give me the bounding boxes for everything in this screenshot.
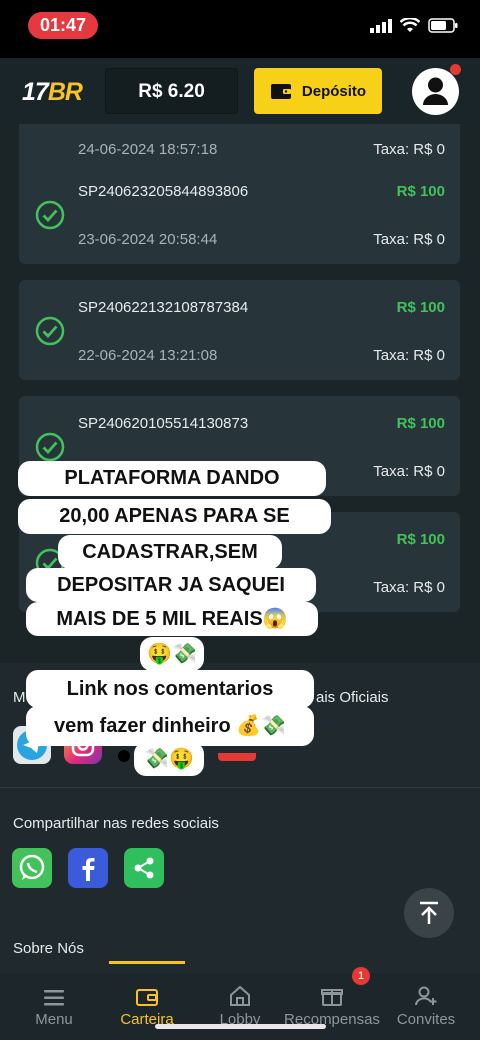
whatsapp-button[interactable] xyxy=(12,848,52,888)
caption-line: vem fazer dinheiro 💰💸 xyxy=(26,706,314,746)
home-icon xyxy=(230,985,250,1006)
app-logo[interactable]: 17BR xyxy=(22,78,83,107)
deposit-button[interactable]: Depósito xyxy=(254,68,382,114)
gift-icon xyxy=(321,989,343,1006)
social-heading-start: M xyxy=(13,689,26,706)
about-link[interactable]: Sobre Nós xyxy=(13,940,84,957)
nav-wallet[interactable]: Carteira xyxy=(99,979,195,1028)
scroll-top-button[interactable] xyxy=(404,888,454,938)
nav-label: Convites xyxy=(396,1011,456,1028)
youtube-button[interactable] xyxy=(218,753,256,761)
bottom-nav: Menu Carteira Lobby Recompensas Convites xyxy=(0,973,480,1040)
transaction-fee: Taxa: R$ 0 xyxy=(373,231,445,248)
share-heading: Compartilhar nas redes sociais xyxy=(13,815,219,832)
status-bar: 01:47 xyxy=(0,0,480,58)
nav-rewards[interactable]: Recompensas xyxy=(284,979,380,1028)
transaction-id: SP240623205844893806 xyxy=(78,183,249,200)
transaction-fee: Taxa: R$ 0 xyxy=(373,347,445,364)
active-tab-indicator xyxy=(109,961,185,964)
rewards-badge: 1 xyxy=(352,967,370,985)
share-icon xyxy=(134,857,154,879)
caption-line: PLATAFORMA DANDO xyxy=(18,461,326,496)
caption-line: Link nos comentarios xyxy=(26,670,314,708)
transaction-amount: R$ 100 xyxy=(396,299,445,316)
app-header: 17BR R$ 6.20 Depósito xyxy=(0,58,480,124)
home-indicator[interactable] xyxy=(155,1024,326,1029)
x-button[interactable] xyxy=(118,750,130,762)
transaction-fee: Taxa: R$ 0 xyxy=(373,141,445,158)
profile-avatar[interactable] xyxy=(412,68,459,115)
menu-icon xyxy=(44,990,64,1006)
transaction-date: 22-06-2024 13:21:08 xyxy=(78,347,218,364)
facebook-button[interactable] xyxy=(68,848,108,888)
transaction-fee: Taxa: R$ 0 xyxy=(373,463,445,480)
check-circle-icon xyxy=(35,200,65,230)
transaction-id: SP240620105514130873 xyxy=(78,415,249,432)
transaction-id: SP240622132108787384 xyxy=(78,299,249,316)
transaction-card[interactable]: SP240622132108787384 R$ 100 22-06-2024 1… xyxy=(19,280,460,380)
caption-line: CADASTRAR,SEM xyxy=(58,535,282,569)
caption-line: 💸🤑 xyxy=(134,742,204,776)
caption-line: 20,00 APENAS PARA SE xyxy=(18,499,331,534)
transaction-fee: Taxa: R$ 0 xyxy=(373,579,445,596)
transaction-amount: R$ 100 xyxy=(396,183,445,200)
arrow-up-icon xyxy=(420,901,438,924)
status-time: 01:47 xyxy=(28,12,98,39)
check-circle-icon xyxy=(35,432,65,462)
nav-invites[interactable]: Convites xyxy=(378,979,474,1028)
transaction-date: 24-06-2024 18:57:18 xyxy=(78,141,218,158)
wallet-icon xyxy=(270,84,291,99)
battery-icon xyxy=(428,18,458,33)
wifi-icon xyxy=(400,18,420,32)
whatsapp-icon xyxy=(19,854,45,880)
status-icons xyxy=(370,18,458,33)
transaction-date: 23-06-2024 20:58:44 xyxy=(78,231,218,248)
notification-dot xyxy=(450,64,461,75)
check-circle-icon xyxy=(35,316,65,346)
deposit-label: Depósito xyxy=(301,82,367,100)
caption-line: MAIS DE 5 MIL REAIS😱 xyxy=(26,602,318,636)
caption-line: 🤑💸 xyxy=(140,637,204,671)
footer-divider xyxy=(0,787,480,788)
nav-label: Menu xyxy=(35,1011,73,1028)
nav-lobby[interactable]: Lobby xyxy=(192,979,288,1028)
transaction-amount: R$ 100 xyxy=(396,415,445,432)
user-plus-icon xyxy=(415,986,437,1006)
facebook-icon xyxy=(82,858,95,881)
share-button[interactable] xyxy=(124,848,164,888)
nav-menu[interactable]: Menu xyxy=(6,979,102,1028)
balance-display[interactable]: R$ 6.20 xyxy=(105,68,238,114)
signal-icon xyxy=(370,18,392,33)
social-heading-end: ais Oficiais xyxy=(316,689,389,706)
user-icon xyxy=(423,77,448,105)
wallet-icon xyxy=(136,989,158,1006)
transaction-amount: R$ 100 xyxy=(396,531,445,548)
transaction-card[interactable]: SP240623205844893806 R$ 100 23-06-2024 2… xyxy=(19,164,460,264)
caption-line: DEPOSITAR JA SAQUEI xyxy=(26,568,316,602)
